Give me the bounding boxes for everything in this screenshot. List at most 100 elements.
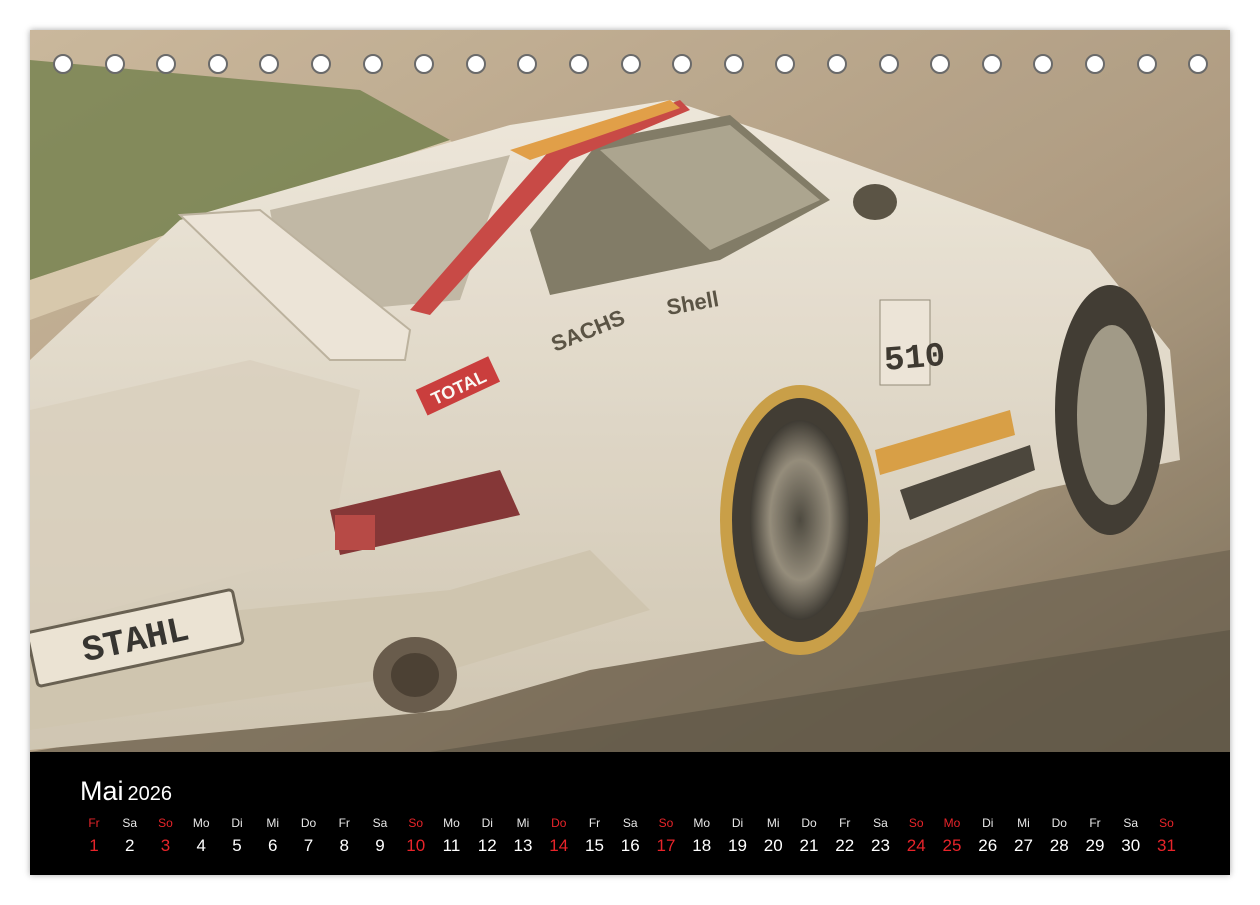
weekday-label: Di [481,816,493,830]
day-number: 26 [978,836,998,855]
calendar-day: So 10 [398,814,434,856]
binding-hole [672,54,693,74]
calendar-day: Do 21 [791,814,827,856]
day-number: 10 [406,836,426,855]
day-number: 3 [160,836,171,855]
binding-hole [1188,54,1209,74]
weekday-label: Fr [1089,816,1101,830]
weekday-label: Fr [338,816,350,830]
weekday-label: Sa [372,816,388,830]
day-number: 19 [728,836,747,855]
calendar-day: So 3 [148,814,184,856]
day-number: 12 [477,836,497,855]
calendar-day: Sa 9 [362,814,398,856]
day-number: 8 [339,836,349,855]
binding-hole [930,54,951,74]
calendar-day: So 24 [898,814,934,856]
binding-hole [156,54,177,74]
day-number: 17 [656,836,676,855]
weekday-label: So [1159,816,1174,830]
weekday-label: Mo [443,816,460,830]
binding-hole [362,54,383,74]
calendar-day: Mi 20 [755,814,791,856]
day-number: 23 [871,836,890,855]
day-number: 15 [585,836,604,855]
weekday-label: So [908,816,924,830]
calendar-day: Fr 22 [827,814,863,856]
calendar-page: TOTAL Shell SACHS 510 STAHL Mai 2026 Fr … [30,30,1230,875]
month-name: Mai [80,776,124,806]
weekday-label: Mo [192,816,210,830]
day-number: 5 [232,836,242,855]
binding-hole [53,54,73,74]
calendar-day: Fr 15 [577,814,613,856]
day-number: 31 [1157,836,1176,855]
calendar-day: Fr 8 [326,814,362,856]
calendar-day: Mi 27 [1006,814,1042,856]
binding-hole [569,54,589,74]
weekday-label: So [658,816,674,830]
year: 2026 [127,783,173,805]
calendar-day: Fr 1 [76,814,112,856]
calendar-day: Do 28 [1041,814,1077,856]
calendar-day: Sa 2 [112,814,148,856]
day-number: 16 [620,836,640,855]
day-number: 14 [549,836,569,855]
weekday-label: Di [982,816,994,830]
day-number: 6 [268,836,278,855]
day-number: 25 [942,836,962,855]
day-number: 13 [513,836,533,855]
binding-hole [981,54,1002,74]
calendar-strip: Mai 2026 Fr 1 Sa 2 So 3 Mo 4 Di 5 Mi 6 Do 7 Fr 8 Sa 9 So 10 M… [30,752,1230,875]
binding-hole [465,54,486,74]
weekday-label: Do [551,816,567,830]
day-number: 11 [442,836,461,855]
binding-hole [1085,54,1105,74]
binding-hole [620,54,641,74]
calendar-day: Mo 11 [434,814,470,856]
calendar-day: Di 12 [469,814,505,856]
day-number: 4 [196,836,206,855]
calendar-day: Mi 6 [255,814,291,856]
weekday-label: Do [801,816,817,830]
calendar-day: Sa 16 [612,814,648,856]
race-car-photo: TOTAL Shell SACHS 510 STAHL [30,30,1230,752]
calendar-day: Mo 18 [684,814,720,856]
day-number: 30 [1121,836,1141,855]
weekday-label: Mo [943,816,961,830]
day-number: 27 [1014,836,1033,855]
weekday-label: Do [1051,816,1067,830]
weekday-label: Mi [516,816,530,830]
day-number: 29 [1085,836,1105,855]
day-number: 20 [763,836,783,855]
weekday-label: Sa [1123,816,1139,830]
weekday-label: Mi [266,816,280,830]
day-number: 9 [375,836,385,855]
calendar-day: Di 26 [970,814,1006,856]
binding-hole [207,54,228,74]
binding-hole [723,54,744,74]
day-number: 24 [906,836,926,855]
calendar-day: Sa 23 [863,814,899,856]
binding-holes [30,54,1230,80]
day-number: 2 [125,836,135,855]
weekday-label: Sa [122,816,138,830]
calendar-day: Do 7 [291,814,327,856]
weekday-label: Fr [588,816,601,830]
day-number: 28 [1049,836,1069,855]
day-number: 21 [799,836,819,855]
day-grid: Fr 1 Sa 2 So 3 Mo 4 Di 5 Mi 6 Do 7 Fr 8 Sa 9 So 10 Mo 11 Di 12 M… [76,814,1196,864]
calendar-day: Di 5 [219,814,255,856]
weekday-label: Fr [839,816,851,830]
day-number: 1 [89,836,99,855]
weekday-label: Di [231,816,243,830]
binding-hole [1033,54,1054,74]
weekday-label: Sa [873,816,888,830]
binding-hole [104,54,125,74]
weekday-label: So [408,816,424,830]
weekday-label: Sa [622,816,638,830]
binding-hole [311,54,331,74]
calendar-day: Fr 29 [1077,814,1113,856]
calendar-day: Do 14 [541,814,577,856]
binding-hole [827,54,847,74]
